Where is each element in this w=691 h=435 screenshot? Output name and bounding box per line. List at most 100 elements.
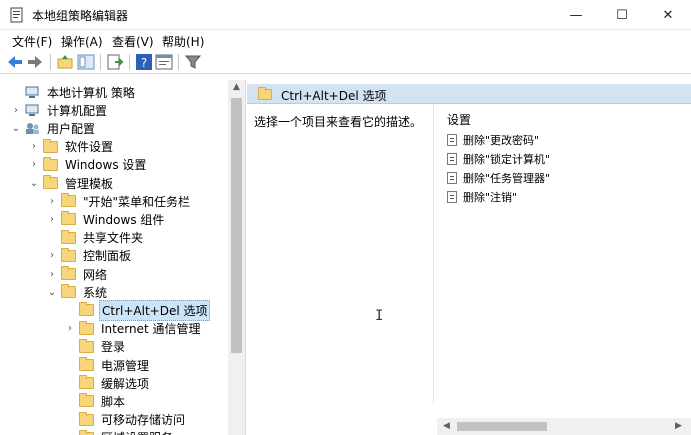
menu-view[interactable]: 查看(V) [112,33,154,50]
folder-up-icon[interactable] [56,53,74,71]
tree-item[interactable]: › 控制面板 [46,247,133,265]
tree-item[interactable]: 缓解选项 [64,374,151,392]
filter-icon[interactable] [184,53,202,71]
policy-editor-icon [10,7,23,23]
help-icon[interactable]: ? [135,53,153,71]
tree-scrollbar[interactable]: ▲ [228,80,245,435]
tree-item[interactable]: › 网络 [46,265,109,283]
scroll-right-icon[interactable]: ▶ [675,421,682,431]
scroll-up-icon[interactable]: ▲ [228,82,245,92]
details-header-title: Ctrl+Alt+Del 选项 [281,89,387,103]
close-button[interactable]: ✕ [645,0,691,30]
details-header: Ctrl+Alt+Del 选项 [247,84,691,104]
tree-item-label: 用户配置 [47,121,96,136]
tree-item[interactable]: › "开始"菜单和任务栏 [46,192,192,210]
policy-setting-icon [447,191,457,203]
computer-icon [25,104,40,117]
menu-file[interactable]: 文件(F) [12,33,52,50]
chevron-right-icon[interactable]: › [46,269,58,280]
tree-item[interactable]: › Internet 通信管理 [64,320,202,338]
tree-item-label: 软件设置 [65,140,114,155]
folder-icon [61,193,76,208]
tree-item-label: 脚本 [101,394,126,409]
tree-pane: 本地计算机 策略 › 计算机配置 ⌄ 用户配置 › 软件设置 › Windows 设置 ⌄ 管理模板… [0,80,246,435]
tree-item-label: 管理模板 [65,176,114,191]
folder-icon [43,138,58,153]
chevron-down-icon[interactable]: ⌄ [10,123,22,134]
folder-icon [79,357,94,371]
chevron-down-icon[interactable]: ⌄ [28,178,40,189]
tree-item[interactable]: Ctrl+Alt+Del 选项 [64,299,211,321]
menu-help[interactable]: 帮助(H) [162,33,204,50]
folder-icon [258,87,272,100]
tree-item[interactable]: ⌄ 管理模板 [28,174,115,192]
folder-icon [61,211,76,226]
tree-item[interactable]: › Windows 组件 [46,210,166,228]
tree-item[interactable]: ⌄ 系统 [46,283,109,301]
user-icon [25,122,40,135]
chevron-right-icon[interactable]: › [64,323,76,334]
toolbar-separator [100,54,101,70]
folder-icon [61,266,76,280]
tree-item[interactable]: 共享文件夹 [46,229,145,247]
export-list-icon[interactable] [106,53,124,71]
settings-column-header[interactable]: 设置 [447,111,471,128]
scroll-thumb[interactable] [231,98,242,353]
setting-item[interactable]: 删除"任务管理器" [447,170,550,186]
chevron-down-icon[interactable]: ⌄ [46,287,58,298]
back-arrow-icon[interactable] [6,53,24,71]
tree-item-label: Windows 设置 [65,158,147,173]
details-hscrollbar[interactable]: ◀ ▶ [437,418,691,435]
policy-setting-icon [447,134,457,146]
tree-item-label: 计算机配置 [47,103,108,118]
tree-item[interactable]: › 计算机配置 [10,101,109,119]
toolbar-separator [178,54,179,70]
maximize-button[interactable]: ☐ [599,0,645,30]
details-pane: Ctrl+Alt+Del 选项 选择一个项目来查看它的描述。 设置 删除"更改密… [247,80,691,435]
tree-item-label: Windows 组件 [83,212,165,227]
tree-item-label: 本地计算机 策略 [47,85,135,100]
minimize-button[interactable]: — [553,0,599,30]
tree-item-label: 可移动存储访问 [101,413,186,428]
tree-item[interactable]: 电源管理 [64,356,151,374]
forward-arrow-icon[interactable] [26,53,44,71]
tree-item-label: 缓解选项 [101,376,150,391]
tree-item-label: 登录 [101,340,126,355]
scroll-left-icon[interactable]: ◀ [443,421,450,431]
policy-setting-icon [447,153,457,165]
tree-item[interactable]: › 软件设置 [28,138,115,156]
chevron-right-icon[interactable]: › [28,141,40,152]
folder-icon [79,375,94,390]
folder-icon [79,338,94,353]
chevron-right-icon[interactable]: › [46,214,58,225]
chevron-right-icon[interactable]: › [46,250,58,261]
tree-item[interactable]: 脚本 [64,392,127,410]
folder-icon [43,156,58,171]
folder-icon [61,247,76,262]
folder-icon [79,393,94,408]
chevron-right-icon[interactable]: › [10,105,22,116]
chevron-right-icon[interactable]: › [46,196,58,207]
menu-action[interactable]: 操作(A) [61,33,103,50]
properties-icon[interactable] [155,53,173,71]
tree-item[interactable]: › Windows 设置 [28,156,148,174]
window-title: 本地组策略编辑器 [32,9,129,23]
setting-item[interactable]: 删除"更改密码" [447,132,539,148]
chevron-right-icon[interactable]: › [28,159,40,170]
show-hide-tree-icon[interactable] [77,53,95,71]
computer-policy-icon [25,86,40,98]
setting-item[interactable]: 删除"锁定计算机" [447,151,550,167]
tree-item-label: Internet 通信管理 [101,322,201,337]
svg-text:?: ? [141,56,147,70]
tree-item-label: 系统 [83,285,108,300]
tree-item-label: Ctrl+Alt+Del 选项 [99,299,211,321]
folder-icon [43,175,58,189]
tree-item[interactable]: 区域设置服务 [64,429,175,435]
tree-item[interactable]: 可移动存储访问 [64,411,187,429]
tree-item[interactable]: ⌄ 用户配置 [10,119,97,137]
text-cursor-icon: I [375,308,384,324]
tree-item[interactable]: 登录 [64,338,127,356]
setting-item[interactable]: 删除"注销" [447,189,517,205]
hscroll-thumb[interactable] [457,422,547,431]
tree-item[interactable]: 本地计算机 策略 [10,83,137,101]
